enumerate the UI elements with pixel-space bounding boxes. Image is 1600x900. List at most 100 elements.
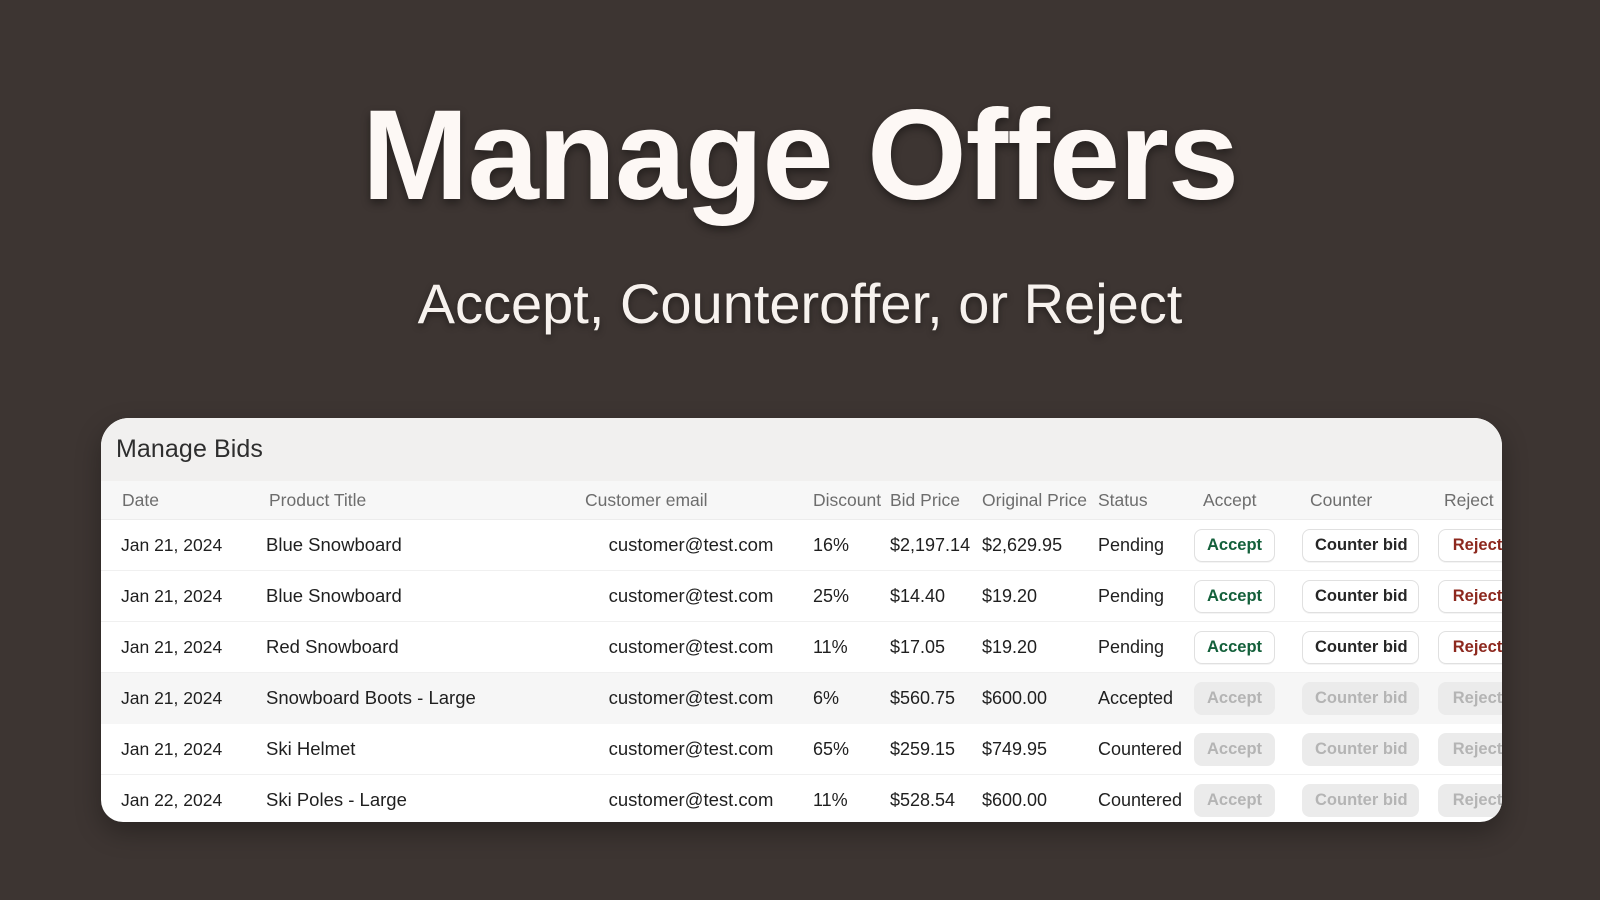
bid-customer-email: customer@test.com [569, 672, 813, 724]
bid-discount: 6% [813, 672, 890, 724]
bid-customer-email: customer@test.com [569, 621, 813, 673]
page-subtitle: Accept, Counteroffer, or Reject [417, 272, 1183, 335]
reject-button-cell: Reject [1438, 519, 1502, 571]
hero-section: Manage Offers Accept, Counteroffer, or R… [0, 0, 1600, 332]
bid-original-price: $2,629.95 [982, 519, 1098, 571]
bid-date: Jan 21, 2024 [101, 672, 255, 724]
bid-price: $259.15 [890, 723, 982, 775]
bids-table: Date Product Title Customer email Discou… [101, 481, 1502, 822]
bid-price: $14.40 [890, 570, 982, 622]
bid-product-title: Ski Poles - Large [266, 789, 407, 810]
bid-status: Countered [1098, 723, 1194, 775]
bid-discount: 25% [813, 570, 890, 622]
table-row: Jan 21, 2024 Ski Helmet customer@test.com 6… [101, 723, 1502, 775]
counter-bid-button-cell: Counter bid [1302, 519, 1438, 571]
table-row: Jan 21, 2024 Blue Snowboard customer@test.… [101, 519, 1502, 571]
bid-discount: 11% [813, 789, 848, 810]
counter-bid-button-cell: Counter bid [1302, 621, 1438, 673]
reject-button[interactable]: Reject [1438, 630, 1502, 664]
column-header-reject: Reject [1438, 481, 1502, 520]
reject-button[interactable]: Reject [1438, 579, 1502, 613]
reject-button: Reject [1438, 681, 1502, 715]
table-body: Jan 21, 2024 Blue Snowboard customer@test.… [101, 519, 1502, 823]
counter-bid-button[interactable]: Counter bid [1302, 528, 1419, 562]
counter-bid-button[interactable]: Counter bid [1302, 630, 1419, 664]
column-header-discount[interactable]: Discount [813, 481, 890, 520]
bid-product-title: Snowboard Boots - Large [255, 672, 569, 724]
accept-button: Accept [1194, 681, 1275, 715]
bid-price: $17.05 [890, 621, 982, 673]
bid-date: Jan 21, 2024 [101, 723, 255, 775]
bid-customer-email: customer@test.com [608, 789, 774, 810]
bid-discount: 11% [813, 621, 890, 673]
counter-bid-button-cell: Counter bid [1302, 775, 1438, 823]
accept-button[interactable]: Accept [1194, 579, 1275, 613]
column-header-product-title[interactable]: Product Title [255, 481, 569, 520]
reject-button-cell: Reject [1438, 672, 1502, 724]
bid-customer-email: customer@test.com [569, 570, 813, 622]
table-header-row: Date Product Title Customer email Discou… [101, 481, 1502, 520]
counter-bid-button: Counter bid [1302, 732, 1419, 766]
table-row: Jan 21, 2024 Red Snowboard customer@test.c… [101, 621, 1502, 673]
accept-button[interactable]: Accept [1194, 630, 1275, 664]
reject-button[interactable]: Reject [1438, 528, 1502, 562]
bid-price: $2,197.14 [890, 519, 982, 571]
bid-date: Jan 21, 2024 [101, 570, 255, 622]
column-header-date[interactable]: Date [101, 481, 255, 520]
counter-bid-button-cell: Counter bid [1302, 570, 1438, 622]
card-title: Manage Bids [116, 435, 264, 463]
bid-original-price: $600.00 [982, 789, 1048, 810]
reject-button-cell: Reject [1438, 723, 1502, 775]
bid-discount: 65% [813, 723, 890, 775]
bid-status: Countered [1098, 789, 1183, 810]
bid-price: $560.75 [890, 672, 982, 724]
accept-button-cell: Accept [1194, 570, 1302, 622]
table-row: Jan 21, 2024 Blue Snowboard customer@test.… [101, 570, 1502, 622]
counter-bid-button-cell: Counter bid [1302, 672, 1438, 724]
bid-product-title: Red Snowboard [255, 621, 569, 673]
page-title: Manage Offers [361, 84, 1239, 227]
card-header: Manage Bids [101, 418, 1502, 481]
counter-bid-button: Counter bid [1302, 681, 1419, 715]
bid-status: Accepted [1098, 672, 1194, 724]
bid-date: Jan 21, 2024 [101, 519, 255, 571]
column-header-status[interactable]: Status [1098, 481, 1194, 520]
bid-price: $528.54 [890, 789, 956, 810]
bid-original-price: $749.95 [982, 723, 1098, 775]
column-header-bid-price[interactable]: Bid Price [890, 481, 982, 520]
reject-button-cell: Reject [1438, 775, 1502, 823]
counter-bid-button: Counter bid [1302, 783, 1419, 817]
accept-button[interactable]: Accept [1194, 528, 1275, 562]
accept-button-cell: Accept [1194, 621, 1302, 673]
bid-product-title: Blue Snowboard [255, 519, 569, 571]
accept-button: Accept [1194, 783, 1275, 817]
bid-status: Pending [1098, 570, 1194, 622]
reject-button: Reject [1438, 732, 1502, 766]
accept-button-cell: Accept [1194, 723, 1302, 775]
table-header: Date Product Title Customer email Discou… [101, 481, 1502, 520]
reject-button: Reject [1438, 783, 1502, 817]
accept-button-cell: Accept [1194, 519, 1302, 571]
bid-product-title: Ski Helmet [255, 723, 569, 775]
bid-original-price: $19.20 [982, 570, 1098, 622]
column-header-original-price[interactable]: Original Price [982, 481, 1098, 520]
manage-bids-card: Manage Bids Date Product Title Customer … [101, 418, 1502, 822]
table-row: Jan 22, 2024 Ski Poles - Large customer@te… [101, 775, 1502, 823]
table-row: Jan 21, 2024 Snowboard Boots - Large custo… [101, 672, 1502, 724]
counter-bid-button-cell: Counter bid [1302, 723, 1438, 775]
bid-discount: 16% [813, 519, 890, 571]
bid-customer-email: customer@test.com [569, 723, 813, 775]
bid-date: Jan 22, 2024 [121, 789, 223, 810]
accept-button: Accept [1194, 732, 1275, 766]
counter-bid-button[interactable]: Counter bid [1302, 579, 1419, 613]
bid-original-price: $19.20 [982, 621, 1098, 673]
bid-customer-email: customer@test.com [569, 519, 813, 571]
reject-button-cell: Reject [1438, 570, 1502, 622]
column-header-customer-email[interactable]: Customer email [569, 481, 813, 520]
bid-original-price: $600.00 [982, 672, 1098, 724]
bid-product-title: Blue Snowboard [255, 570, 569, 622]
column-header-accept: Accept [1194, 481, 1302, 520]
bid-status: Pending [1098, 621, 1194, 673]
bid-date: Jan 21, 2024 [101, 621, 255, 673]
reject-button-cell: Reject [1438, 621, 1502, 673]
